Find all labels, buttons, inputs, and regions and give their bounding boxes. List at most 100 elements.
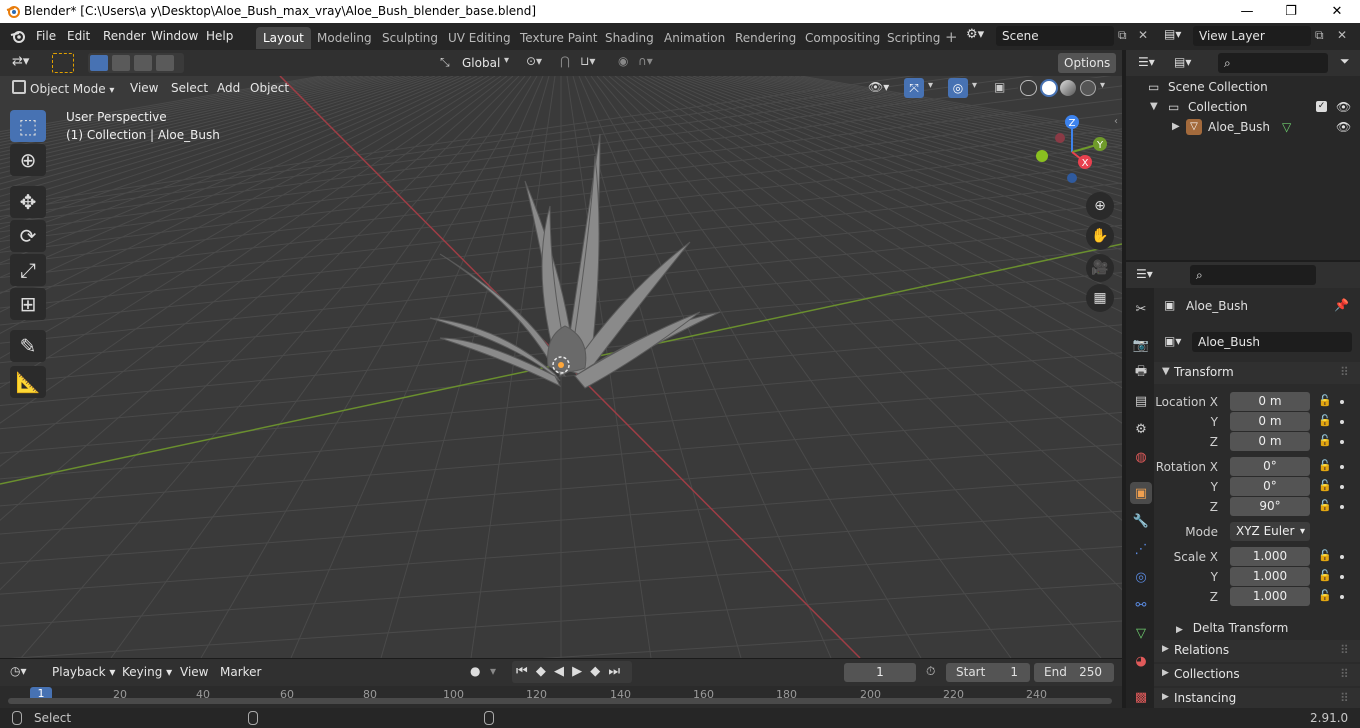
visibility-eye-icon[interactable]: 👁▾ (868, 80, 889, 94)
mode-subtract-icon[interactable] (134, 55, 152, 71)
scale-tool-icon[interactable]: ⤢ (10, 254, 46, 286)
lock-icon[interactable]: 🔓 (1318, 499, 1332, 512)
timeline-menu-keying[interactable]: Keying ▾ (116, 663, 178, 682)
render-tab-icon[interactable]: 📷 (1130, 334, 1152, 356)
new-scene-icon[interactable]: ⧉ (1118, 28, 1127, 43)
remove-scene-icon[interactable]: ✕ (1138, 28, 1148, 42)
keyframe-dot[interactable] (1340, 555, 1344, 559)
keyframe-dot[interactable] (1340, 400, 1344, 404)
maximize-button[interactable]: ❐ (1268, 0, 1314, 23)
menu-file[interactable]: File (30, 27, 62, 46)
3d-viewport[interactable]: Object Mode ▾ View Select Add Object 👁▾ … (0, 76, 1122, 658)
mode-set-icon[interactable] (90, 55, 108, 71)
add-workspace-icon[interactable]: + (945, 28, 958, 46)
timeline-scrollbar[interactable] (8, 698, 1112, 704)
timeline-ruler[interactable]: 1 20 40 60 80 100 120 140 160 180 200 22… (0, 686, 1122, 708)
outliner-search-input[interactable]: ⌕ (1218, 53, 1328, 73)
drag-handle-icon[interactable]: ⠿ (1340, 667, 1349, 681)
view-layer-tab-icon[interactable]: ▤ (1130, 390, 1152, 412)
lock-icon[interactable]: 🔓 (1318, 434, 1332, 447)
world-tab-icon[interactable]: ◍ (1130, 446, 1152, 468)
tab-texture-paint[interactable]: Texture Paint (513, 27, 604, 49)
view-layer-icon[interactable]: ▤▾ (1164, 27, 1181, 41)
blender-menu-icon[interactable] (10, 28, 26, 44)
pin-icon[interactable]: 📌 (1334, 298, 1349, 312)
play-reverse-icon[interactable]: ◀ (554, 664, 564, 679)
viewport-menu-add[interactable]: Add (211, 79, 246, 98)
timeline-menu-marker[interactable]: Marker (214, 663, 267, 682)
transform-panel-header[interactable]: ▼ Transform ⠿ (1154, 362, 1360, 384)
mode-dropdown[interactable]: Object Mode ▾ (30, 79, 118, 99)
outliner-row-scene-collection[interactable]: ▭ Scene Collection (1126, 77, 1360, 97)
chevron-down-icon[interactable]: ▾ (972, 80, 977, 91)
exclude-checkbox[interactable]: ✓ (1316, 101, 1327, 112)
output-tab-icon[interactable]: 🖶 (1130, 362, 1152, 384)
editor-type-icon[interactable]: ⇄▾ (12, 54, 29, 69)
visibility-eye-icon[interactable]: 👁 (1336, 117, 1351, 137)
overlays-toggle-icon[interactable]: ◎ (948, 78, 968, 98)
xray-toggle-icon[interactable]: ▣ (994, 80, 1005, 94)
lock-icon[interactable]: 🔓 (1318, 589, 1332, 602)
play-icon[interactable]: ▶ (572, 664, 582, 679)
menu-window[interactable]: Window (145, 27, 204, 46)
drag-handle-icon[interactable]: ⠿ (1340, 691, 1349, 705)
menu-edit[interactable]: Edit (61, 27, 96, 46)
camera-view-icon[interactable]: 🎥 (1086, 254, 1114, 282)
physics-tab-icon[interactable]: ◎ (1130, 566, 1152, 588)
relations-panel-header[interactable]: ▶ Relations ⠿ (1154, 640, 1360, 662)
keyframe-dot[interactable] (1340, 440, 1344, 444)
expand-arrow-icon[interactable]: ▶ (1172, 117, 1180, 137)
tab-rendering[interactable]: Rendering (728, 27, 803, 49)
tab-sculpting[interactable]: Sculpting (375, 27, 445, 49)
options-dropdown[interactable]: Options (1058, 53, 1116, 73)
location-y-field[interactable]: 0 m (1230, 412, 1310, 431)
lock-icon[interactable]: 🔓 (1318, 479, 1332, 492)
close-window-button[interactable]: ✕ (1314, 0, 1360, 23)
keyframe-dot[interactable] (1340, 595, 1344, 599)
proportional-edit-icon[interactable]: ◉ (618, 54, 628, 68)
keyframe-dot[interactable] (1340, 420, 1344, 424)
menu-render[interactable]: Render (97, 27, 152, 46)
timeline-editor-type-icon[interactable]: ◷▾ (10, 664, 27, 678)
tab-uv-editing[interactable]: UV Editing (441, 27, 518, 49)
visibility-eye-icon[interactable]: 👁 (1336, 97, 1351, 117)
mode-extend-icon[interactable] (112, 55, 130, 71)
sidebar-toggle-icon[interactable]: ‹ (1114, 116, 1118, 127)
properties-search-input[interactable]: ⌕ (1190, 265, 1316, 285)
rotation-mode-dropdown[interactable]: XYZ Euler ▾ (1230, 522, 1310, 541)
outliner-row-collection[interactable]: ▼ ▭ Collection ✓ 👁 (1126, 97, 1360, 117)
drag-handle-icon[interactable]: ⠿ (1340, 643, 1349, 657)
delta-transform-subpanel[interactable]: ▶ Delta Transform (1176, 621, 1288, 635)
viewport-menu-view[interactable]: View (124, 79, 164, 98)
mesh-data-tab-icon[interactable]: ▽ (1130, 622, 1152, 644)
rotation-x-field[interactable]: 0° (1230, 457, 1310, 476)
scale-z-field[interactable]: 1.000 (1230, 587, 1310, 606)
cursor-tool-icon[interactable]: ⊕ (10, 144, 46, 176)
next-keyframe-icon[interactable]: ◆ (590, 664, 600, 679)
properties-editor-type-icon[interactable]: ☰▾ (1136, 267, 1153, 281)
move-tool-icon[interactable]: ✥ (10, 186, 46, 218)
preview-range-icon[interactable]: ⏱ (926, 664, 935, 679)
modifiers-tab-icon[interactable]: 🔧 (1130, 510, 1152, 532)
jump-end-icon[interactable]: ⏭ (608, 664, 620, 679)
menu-help[interactable]: Help (200, 27, 239, 46)
keyframe-dot[interactable] (1340, 485, 1344, 489)
jump-start-icon[interactable]: ⏮ (516, 664, 528, 679)
object-tab-icon[interactable]: ▣ (1130, 482, 1152, 504)
start-frame-field[interactable]: Start 1 (946, 663, 1030, 682)
rotate-tool-icon[interactable]: ⟳ (10, 220, 46, 252)
scene-selector-icon[interactable]: ⚙▾ (966, 27, 994, 47)
material-tab-icon[interactable]: ◕ (1130, 650, 1152, 672)
ortho-toggle-icon[interactable]: ▦ (1086, 284, 1114, 312)
location-x-field[interactable]: 0 m (1230, 392, 1310, 411)
tab-layout[interactable]: Layout (256, 27, 311, 49)
mode-intersect-icon[interactable] (156, 55, 174, 71)
collections-panel-header[interactable]: ▶ Collections ⠿ (1154, 664, 1360, 686)
filter-icon[interactable]: ⏷ (1340, 54, 1350, 69)
viewport-menu-select[interactable]: Select (165, 79, 214, 98)
snap-icon[interactable]: ⋂ (560, 54, 570, 68)
select-box-tool-icon[interactable] (52, 53, 74, 73)
lock-icon[interactable]: 🔓 (1318, 569, 1332, 582)
falloff-icon[interactable]: ∩▾ (638, 54, 653, 68)
keyframe-dot[interactable] (1340, 505, 1344, 509)
